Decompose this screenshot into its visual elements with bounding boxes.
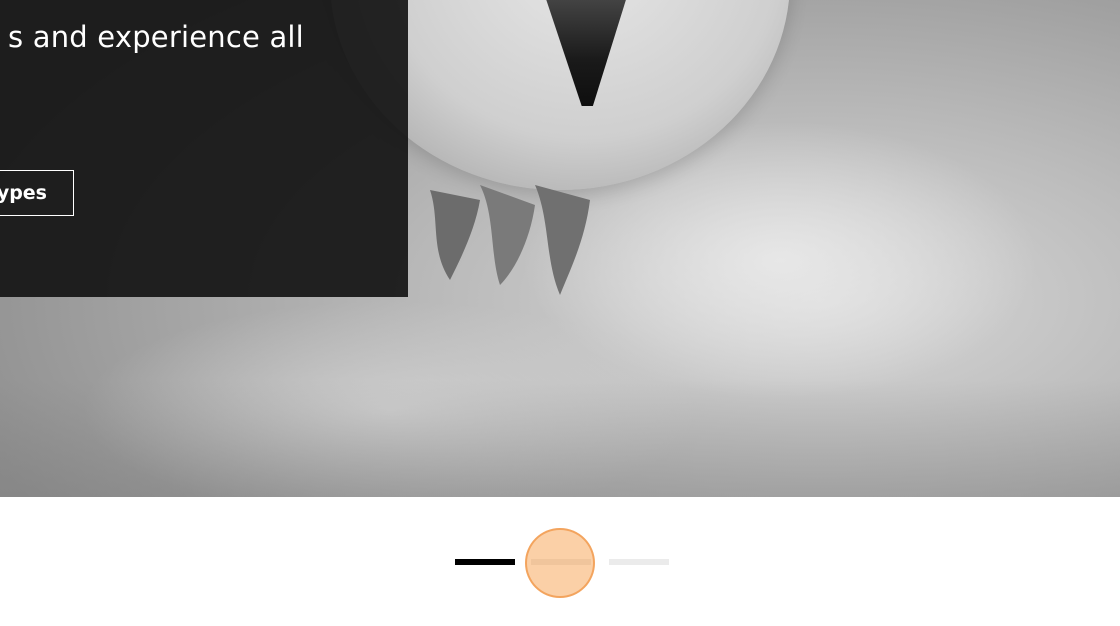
bird-feet-graphic xyxy=(430,185,590,295)
bird-feet xyxy=(420,160,610,300)
hero-description: s and experience all xyxy=(8,20,304,54)
cta-button[interactable]: ypes xyxy=(0,170,74,216)
touch-marker xyxy=(525,528,595,598)
background-shade xyxy=(0,380,1120,497)
carousel-indicator-3[interactable] xyxy=(609,559,669,565)
carousel-indicator-1[interactable] xyxy=(455,559,515,565)
hero-image: s and experience all ypes xyxy=(0,0,1120,497)
carousel-navigation xyxy=(0,497,1120,626)
hero-text-panel: s and experience all ypes xyxy=(0,0,408,297)
